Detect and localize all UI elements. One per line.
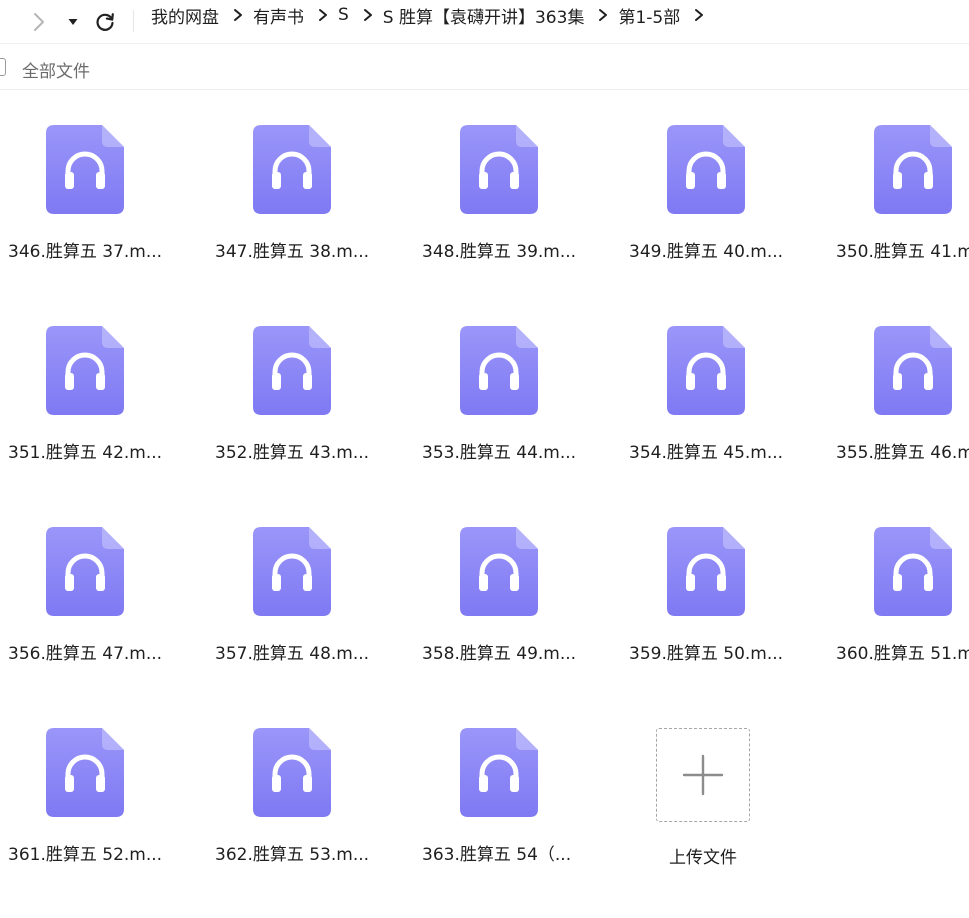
audio-file-icon: [460, 527, 538, 616]
breadcrumb-separator-icon: [694, 8, 704, 22]
select-all-label: 全部文件: [22, 62, 90, 82]
audio-file-icon: [46, 728, 124, 817]
file-name: 360.胜算五 51.m: [836, 644, 969, 664]
file-name: 347.胜算五 38.m...: [215, 242, 370, 262]
file-name: 361.胜算五 52.m...: [8, 845, 163, 865]
breadcrumb-separator-icon: [233, 8, 243, 22]
select-all-checkbox[interactable]: [0, 58, 6, 76]
plus-icon: [682, 754, 724, 796]
history-dropdown-button[interactable]: [64, 7, 82, 37]
chevron-right-icon: [34, 12, 44, 31]
breadcrumb-item-series[interactable]: S 胜算【袁礴开讲】363集: [383, 3, 585, 28]
audio-file-icon: [46, 125, 124, 214]
file-item[interactable]: 347.胜算五 38.m...: [215, 125, 385, 315]
audio-file-icon: [874, 125, 952, 214]
audio-file-icon: [667, 326, 745, 415]
file-name: 356.胜算五 47.m...: [8, 644, 163, 664]
file-item[interactable]: 357.胜算五 48.m...: [215, 527, 385, 717]
file-name: 353.胜算五 44.m...: [422, 443, 577, 463]
refresh-icon: [96, 12, 114, 31]
file-item[interactable]: 350.胜算五 41.m: [836, 125, 969, 315]
file-item[interactable]: 360.胜算五 51.m: [836, 527, 969, 717]
file-item[interactable]: 359.胜算五 50.m...: [629, 527, 799, 717]
file-item[interactable]: 361.胜算五 52.m...: [8, 728, 178, 918]
file-item[interactable]: 346.胜算五 37.m...: [8, 125, 178, 315]
file-item[interactable]: 352.胜算五 43.m...: [215, 326, 385, 516]
file-item[interactable]: 351.胜算五 42.m...: [8, 326, 178, 516]
file-name: 359.胜算五 50.m...: [629, 644, 784, 664]
breadcrumb-item-s[interactable]: S: [338, 5, 349, 25]
caret-down-icon: [68, 18, 78, 25]
audio-file-icon: [460, 728, 538, 817]
file-name: 349.胜算五 40.m...: [629, 242, 784, 262]
breadcrumb-separator-icon: [318, 8, 328, 22]
file-name: 350.胜算五 41.m: [836, 242, 969, 262]
audio-file-icon: [253, 527, 331, 616]
forward-button[interactable]: [28, 7, 50, 37]
file-item[interactable]: 353.胜算五 44.m...: [422, 326, 592, 516]
audio-file-icon: [253, 125, 331, 214]
file-name: 355.胜算五 46.m: [836, 443, 969, 463]
file-item[interactable]: 358.胜算五 49.m...: [422, 527, 592, 717]
file-name: 354.胜算五 45.m...: [629, 443, 784, 463]
top-toolbar: 我的网盘 有声书 S S 胜算【袁礴开讲】363集 第1-5部: [0, 0, 969, 44]
toolbar-divider: [133, 10, 134, 32]
audio-file-icon: [46, 326, 124, 415]
upload-file-button[interactable]: [656, 728, 750, 822]
file-name: 357.胜算五 48.m...: [215, 644, 370, 664]
breadcrumb: 我的网盘 有声书 S S 胜算【袁礴开讲】363集 第1-5部: [151, 0, 714, 30]
refresh-button[interactable]: [92, 7, 118, 37]
file-name: 351.胜算五 42.m...: [8, 443, 163, 463]
breadcrumb-item-part-1-5[interactable]: 第1-5部: [618, 3, 680, 28]
audio-file-icon: [253, 728, 331, 817]
audio-file-icon: [460, 125, 538, 214]
breadcrumb-item-audiobooks[interactable]: 有声书: [253, 3, 304, 28]
file-name: 348.胜算五 39.m...: [422, 242, 577, 262]
file-name: 352.胜算五 43.m...: [215, 443, 370, 463]
breadcrumb-separator-icon: [363, 8, 373, 22]
file-item[interactable]: 356.胜算五 47.m...: [8, 527, 178, 717]
audio-file-icon: [253, 326, 331, 415]
audio-file-icon: [667, 527, 745, 616]
audio-file-icon: [667, 125, 745, 214]
upload-file-label: 上传文件: [669, 848, 737, 868]
file-list-header: 全部文件: [0, 44, 969, 90]
file-name: 362.胜算五 53.m...: [215, 845, 370, 865]
file-item[interactable]: 354.胜算五 45.m...: [629, 326, 799, 516]
file-name: 346.胜算五 37.m...: [8, 242, 163, 262]
breadcrumb-separator-icon: [598, 8, 608, 22]
file-name: 358.胜算五 49.m...: [422, 644, 577, 664]
audio-file-icon: [874, 326, 952, 415]
audio-file-icon: [874, 527, 952, 616]
file-item[interactable]: 349.胜算五 40.m...: [629, 125, 799, 315]
audio-file-icon: [46, 527, 124, 616]
file-item[interactable]: 348.胜算五 39.m...: [422, 125, 592, 315]
file-name: 363.胜算五 54（...: [422, 845, 572, 865]
file-item[interactable]: 362.胜算五 53.m...: [215, 728, 385, 918]
breadcrumb-item-my-drive[interactable]: 我的网盘: [151, 3, 219, 28]
audio-file-icon: [460, 326, 538, 415]
file-item[interactable]: 363.胜算五 54（...: [422, 728, 592, 918]
file-item[interactable]: 355.胜算五 46.m: [836, 326, 969, 516]
